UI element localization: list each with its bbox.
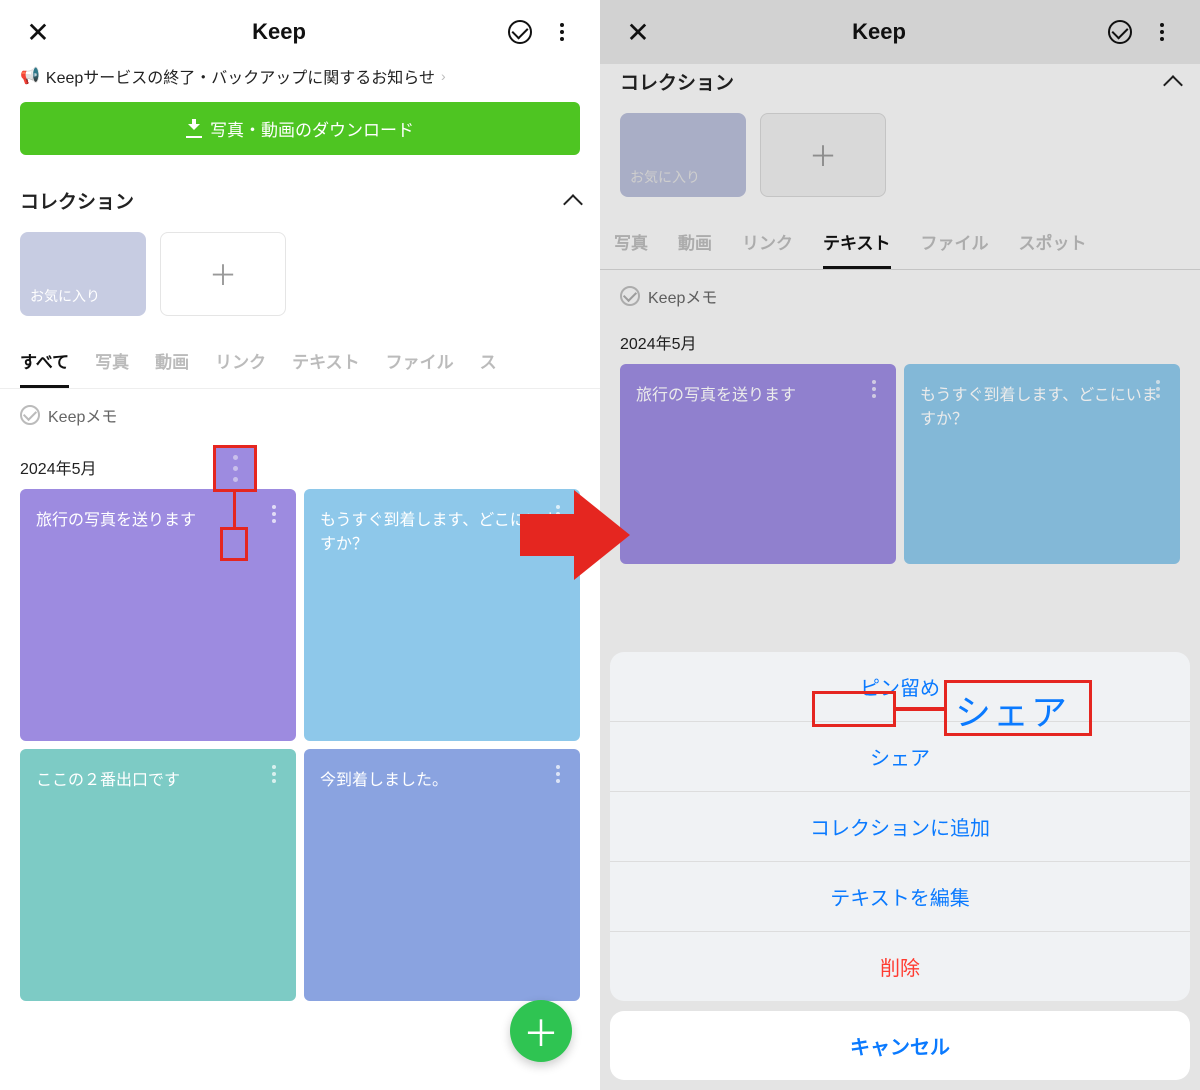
memo-card[interactable]: 旅行の写真を送ります	[20, 489, 296, 741]
keep-memo-filter[interactable]: Keepメモ	[0, 389, 600, 427]
close-icon: ✕	[626, 16, 649, 49]
collection-row: お気に入り ＋	[0, 226, 600, 336]
add-collection-tile[interactable]: ＋	[760, 113, 886, 197]
collection-title: コレクション	[620, 68, 734, 95]
notice-text: Keepサービスの終了・バックアップに関するお知らせ	[46, 64, 435, 88]
screenshot-before: ✕ Keep 📢 Keepサービスの終了・バックアップに関するお知らせ › 写真…	[0, 0, 600, 1090]
tab-file[interactable]: ファイル	[921, 217, 989, 269]
plus-icon: ＋	[209, 254, 237, 294]
date-heading: 2024年5月	[0, 427, 600, 489]
close-button[interactable]: ✕	[20, 14, 56, 50]
annotation-highlight	[944, 680, 1092, 736]
tab-spot[interactable]: スポット	[1019, 217, 1087, 269]
annotation-highlight	[220, 527, 248, 561]
plus-icon: ＋	[523, 1005, 559, 1057]
filter-tabs: 写真 動画 リンク テキスト ファイル スポット	[600, 217, 1200, 270]
keep-memo-filter[interactable]: Keepメモ	[600, 270, 1200, 308]
memo-card[interactable]: 今到着しました。	[304, 749, 580, 1001]
favorites-label: お気に入り	[630, 167, 700, 187]
check-circle-icon	[508, 20, 532, 44]
download-icon	[187, 119, 201, 133]
collection-row: お気に入り ＋	[600, 107, 1200, 217]
tab-video[interactable]: 動画	[155, 336, 189, 388]
memo-check-icon	[20, 405, 40, 425]
sheet-edit-text[interactable]: テキストを編集	[610, 862, 1190, 932]
memo-card[interactable]: もうすぐ到着します、どこにいますか？	[904, 364, 1180, 564]
megaphone-icon: 📢	[20, 66, 40, 86]
check-circle-icon	[1108, 20, 1132, 44]
header: ✕ Keep	[0, 0, 600, 64]
card-grid: 旅行の写真を送ります もうすぐ到着します、どこにいますか？ ここの２番出口です …	[0, 489, 600, 1001]
sheet-share[interactable]: シェア	[610, 722, 1190, 792]
card-menu-button[interactable]	[862, 374, 886, 404]
vertical-dots-icon	[560, 23, 564, 41]
sheet-delete[interactable]: 削除	[610, 932, 1190, 1001]
tab-text[interactable]: テキスト	[292, 336, 360, 388]
app-title: Keep	[852, 19, 906, 45]
transition-arrow	[520, 490, 630, 580]
card-menu-button[interactable]	[546, 759, 570, 789]
tab-spot[interactable]: ス	[480, 336, 497, 388]
favorites-label: お気に入り	[30, 286, 100, 306]
sheet-pin[interactable]: ピン留め	[610, 652, 1190, 722]
card-text: 旅行の写真を送ります	[636, 387, 796, 404]
tab-link[interactable]: リンク	[742, 217, 793, 269]
close-icon: ✕	[26, 16, 49, 49]
more-menu-button[interactable]	[544, 14, 580, 50]
annotation-highlight	[812, 691, 896, 727]
tab-file[interactable]: ファイル	[386, 336, 454, 388]
screenshot-after: ✕ Keep コレクション お気に入り ＋ 写真 動画 リンク テキスト ファイ…	[600, 0, 1200, 1090]
tab-text[interactable]: テキスト	[823, 217, 891, 269]
card-text: 今到着しました。	[320, 772, 448, 789]
annotation-connector	[896, 707, 944, 711]
memo-card[interactable]: 旅行の写真を送ります	[620, 364, 896, 564]
plus-icon: ＋	[809, 135, 837, 175]
add-collection-tile[interactable]: ＋	[160, 232, 286, 316]
add-fab[interactable]: ＋	[510, 1000, 572, 1062]
card-grid: 旅行の写真を送ります もうすぐ到着します、どこにいますか？	[600, 364, 1200, 564]
collection-title: コレクション	[20, 187, 134, 214]
keep-memo-label: Keepメモ	[48, 403, 117, 427]
card-text: ここの２番出口です	[36, 772, 180, 789]
chevron-up-icon	[1163, 75, 1183, 95]
header: ✕ Keep	[600, 0, 1200, 64]
tab-photo[interactable]: 写真	[614, 217, 648, 269]
annotation-highlight	[213, 445, 257, 492]
close-button[interactable]: ✕	[620, 14, 656, 50]
select-button[interactable]	[1102, 14, 1138, 50]
tab-link[interactable]: リンク	[215, 336, 266, 388]
annotation-connector	[233, 492, 236, 529]
memo-check-icon	[620, 286, 640, 306]
app-title: Keep	[252, 19, 306, 45]
date-heading: 2024年5月	[600, 308, 1200, 364]
keep-memo-label: Keepメモ	[648, 284, 717, 308]
download-button-label: 写真・動画のダウンロード	[210, 116, 414, 141]
action-sheet: ピン留め シェア コレクションに追加 テキストを編集 削除 キャンセル	[610, 652, 1190, 1080]
card-menu-button[interactable]	[262, 499, 286, 529]
vertical-dots-icon	[1160, 23, 1164, 41]
collection-section-header[interactable]: コレクション	[600, 64, 1200, 107]
card-menu-button[interactable]	[1146, 374, 1170, 404]
sheet-cancel[interactable]: キャンセル	[610, 1011, 1190, 1080]
download-button[interactable]: 写真・動画のダウンロード	[20, 102, 580, 155]
chevron-up-icon	[563, 194, 583, 214]
chevron-right-icon: ›	[441, 68, 446, 84]
tab-all[interactable]: すべて	[20, 336, 69, 388]
notice-banner[interactable]: 📢 Keepサービスの終了・バックアップに関するお知らせ ›	[0, 64, 600, 92]
card-menu-button[interactable]	[262, 759, 286, 789]
collection-section-header[interactable]: コレクション	[0, 175, 600, 226]
card-text: もうすぐ到着します、どこにいますか？	[920, 387, 1158, 428]
filter-tabs: すべて 写真 動画 リンク テキスト ファイル ス	[0, 336, 600, 389]
more-menu-button[interactable]	[1144, 14, 1180, 50]
card-text: 旅行の写真を送ります	[36, 512, 196, 529]
favorites-tile[interactable]: お気に入り	[620, 113, 746, 197]
tab-video[interactable]: 動画	[678, 217, 712, 269]
tab-photo[interactable]: 写真	[95, 336, 129, 388]
sheet-add-collection[interactable]: コレクションに追加	[610, 792, 1190, 862]
favorites-tile[interactable]: お気に入り	[20, 232, 146, 316]
memo-card[interactable]: ここの２番出口です	[20, 749, 296, 1001]
select-button[interactable]	[502, 14, 538, 50]
